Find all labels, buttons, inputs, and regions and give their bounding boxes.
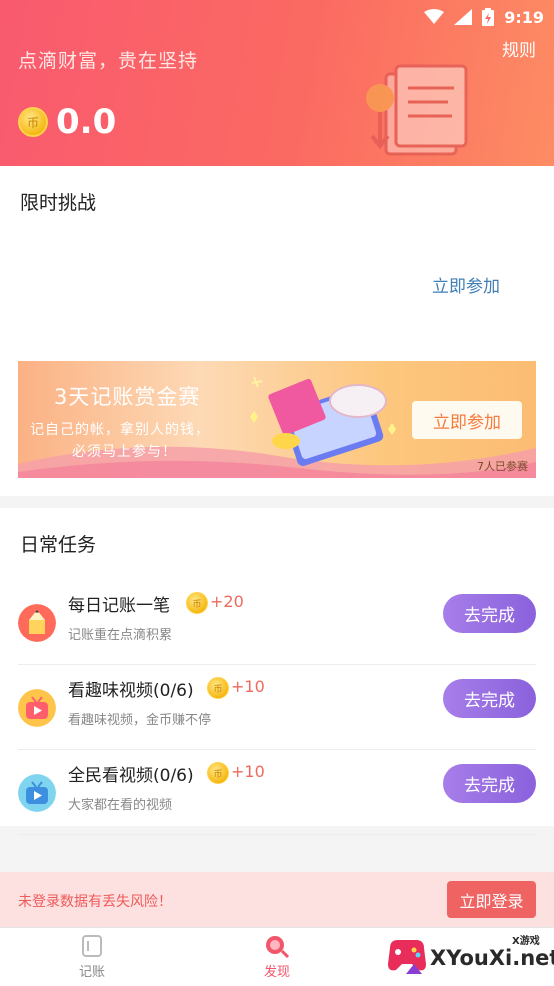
wifi-icon <box>424 9 445 24</box>
complete-button[interactable]: 去完成 <box>443 679 536 718</box>
banner-subtitle-2: 必须马上参与！ <box>72 444 177 460</box>
section-title-challenge: 限时挑战 <box>20 192 97 214</box>
nav-label: 发现 <box>263 965 290 980</box>
status-time: 9:19 <box>504 7 544 27</box>
status-bar: 9:19 <box>424 7 544 27</box>
complete-button[interactable]: 去完成 <box>443 594 536 633</box>
banner-subtitle-1: 记自己的帐，拿别人的钱， <box>30 422 210 438</box>
join-link[interactable]: 立即参加 <box>432 272 500 297</box>
task-name: 每日记账一笔 <box>68 596 170 616</box>
task-desc: 记账重在点滴积累 <box>68 628 173 643</box>
nav-item-ledger[interactable]: 记账 <box>52 934 132 980</box>
ledger-illustration <box>366 64 468 156</box>
participant-count: 7人已参赛 <box>477 460 528 473</box>
header: 9:19 规则 点滴财富，贵在坚持 币 0.0 <box>0 0 554 166</box>
battery-charging-icon <box>482 8 495 26</box>
rules-link[interactable]: 规则 <box>502 36 536 61</box>
task-name: 看趣味视频(0/6) <box>68 681 194 701</box>
task-reward: +20 <box>210 592 244 611</box>
task-row: 全民看视频(0/6) 币 +10 大家都在看的视频 去完成 <box>0 750 554 835</box>
coin-icon: 币 <box>207 762 229 784</box>
nav-item-discover[interactable]: 发现 <box>237 934 317 980</box>
video-tv-icon <box>18 689 56 727</box>
discover-icon <box>266 936 290 958</box>
watermark-small-text: X游戏 <box>512 936 540 947</box>
task-name: 全民看视频(0/6) <box>68 766 194 786</box>
task-desc: 看趣味视频，金币赚不停 <box>68 713 212 728</box>
task-reward: +10 <box>231 762 265 781</box>
task-desc: 大家都在看的视频 <box>68 798 173 813</box>
banner-join-button[interactable]: 立即参加 <box>412 401 522 439</box>
task-row: 每日记账一笔 币 +20 记账重在点滴积累 去完成 <box>0 580 554 665</box>
coin-icon: 币 <box>207 677 229 699</box>
phone-illustration <box>250 376 396 466</box>
task-reward: +10 <box>231 677 265 696</box>
gamepad-logo-icon <box>388 940 426 974</box>
challenge-banner[interactable]: 3天记账赏金赛 记自己的帐，拿别人的钱， 必须马上参与！ 立即参加 7人已参赛 <box>18 361 536 478</box>
balance-value: 0.0 <box>56 102 117 142</box>
ledger-icon <box>82 935 102 957</box>
coin-icon: 币 <box>18 107 48 137</box>
play-tv-icon <box>18 774 56 812</box>
watermark-text: XYouXi.net <box>430 946 554 970</box>
login-warning-bar: 未登录数据有丢失风险！ 立即登录 <box>0 872 554 927</box>
challenge-section: 限时挑战 立即参加 3天记账赏金赛 记自己的帐，拿别人的钱， 必须马上参与！ 立… <box>0 166 554 496</box>
coin-balance: 币 0.0 <box>18 102 116 142</box>
login-button[interactable]: 立即登录 <box>447 881 536 918</box>
watermark: X游戏 XYouXi.net <box>384 930 554 982</box>
pencil-icon <box>18 604 56 642</box>
daily-tasks-section: 日常任务 每日记账一笔 币 +20 记账重在点滴积累 去完成 看趣味视频(0/6… <box>0 508 554 835</box>
divider <box>18 834 536 835</box>
login-warning-text: 未登录数据有丢失风险！ <box>18 894 172 910</box>
slogan: 点滴财富，贵在坚持 <box>18 50 199 72</box>
section-title-daily: 日常任务 <box>20 534 97 556</box>
nav-label: 记账 <box>78 965 105 980</box>
coin-icon: 币 <box>186 592 208 614</box>
task-row: 看趣味视频(0/6) 币 +10 看趣味视频，金币赚不停 去完成 <box>0 665 554 750</box>
complete-button[interactable]: 去完成 <box>443 764 536 803</box>
banner-title: 3天记账赏金赛 <box>54 385 201 409</box>
signal-icon <box>454 9 473 25</box>
